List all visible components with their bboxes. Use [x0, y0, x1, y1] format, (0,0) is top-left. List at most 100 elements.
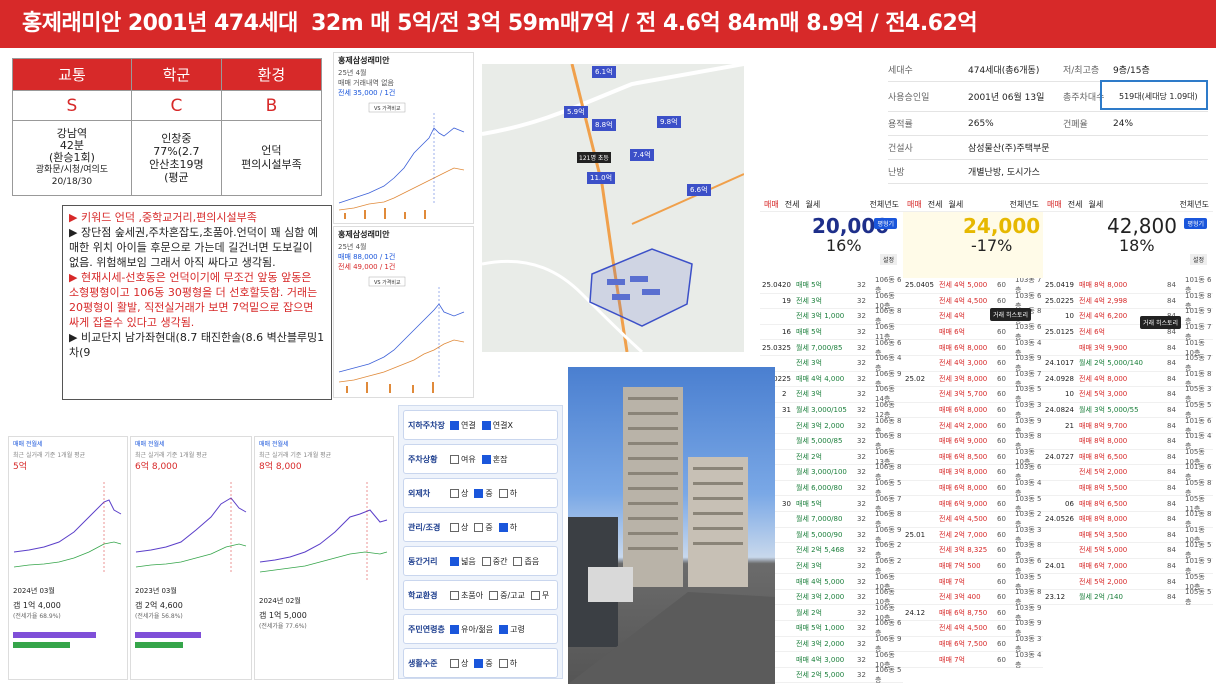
tx-day: 30: [782, 499, 791, 508]
year-filter[interactable]: 전체년도: [870, 199, 899, 210]
checkbox[interactable]: [450, 420, 459, 430]
tx-area: 32: [857, 281, 866, 290]
pyeong-button[interactable]: 평형기: [874, 218, 897, 229]
mini-big: 8억 8,000: [259, 462, 302, 472]
checkbox[interactable]: [481, 454, 491, 464]
tx-area: 84: [1167, 561, 1176, 570]
tx-area: 60: [997, 530, 1006, 539]
checkbox[interactable]: [499, 624, 509, 634]
settings-button[interactable]: 설정: [879, 254, 897, 265]
checkbox[interactable]: [474, 522, 484, 532]
info-key: 건설사: [888, 144, 913, 154]
map-price-marker[interactable]: 5.9억: [564, 106, 588, 118]
map-price-marker[interactable]: 6.1억: [592, 66, 616, 78]
checkbox[interactable]: [450, 488, 459, 498]
tx-price: 매매 7억: [939, 655, 965, 664]
pyeong-button[interactable]: 평형기: [1184, 218, 1207, 229]
tx-area: 32: [857, 296, 866, 305]
checkbox[interactable]: [450, 454, 459, 464]
tab-wolse[interactable]: 월세: [948, 199, 963, 210]
tx-area: 32: [857, 530, 866, 539]
mini-gap: 갭 2억 4,600: [135, 601, 183, 610]
history-tooltip: 거래 히스토리: [990, 308, 1032, 321]
tx-price: 전세 3억 400: [939, 593, 981, 602]
tab-wolse[interactable]: 월세: [1088, 199, 1103, 210]
checklist-row: 학교환경 초품아 중/고교 무: [403, 580, 558, 610]
year-filter[interactable]: 전체년도: [1180, 199, 1209, 210]
tx-area: 60: [997, 577, 1006, 586]
checkbox[interactable]: [450, 556, 459, 566]
checkbox[interactable]: [481, 420, 491, 430]
checkbox[interactable]: [498, 522, 508, 532]
map-price-marker[interactable]: 9.8억: [657, 116, 681, 128]
tx-price: 전세 2억: [796, 452, 822, 461]
info-key: 사용승인일: [888, 93, 930, 103]
tab-sale[interactable]: 매매: [1047, 199, 1062, 210]
tx-day: 16: [782, 328, 791, 337]
settings-button[interactable]: 설정: [1189, 254, 1207, 265]
tx-area: 84: [1167, 468, 1176, 477]
table-row[interactable]: 매매 7억 60 103동 4층: [903, 651, 1043, 669]
info-value: 9층/15층: [1113, 66, 1150, 76]
checkbox[interactable]: [450, 624, 459, 634]
checkbox-label: 무: [541, 590, 550, 600]
map-price-marker[interactable]: 6.6억: [687, 184, 711, 196]
mini-sub: 최근 실거래 기준 1개월 평균: [13, 452, 86, 459]
tx-percent: 16%: [826, 236, 862, 255]
map-price-marker[interactable]: 8.8억: [592, 119, 616, 131]
checkbox[interactable]: [474, 658, 484, 668]
tab-sale[interactable]: 매매: [907, 199, 922, 210]
checklist-label: 생활수준: [408, 658, 438, 668]
site-checklist: 지하주차장 연결 연결X 주차상황 여유 혼잡 외제차 상 중 하 관리/조경 상 중 하 동간거리 넓음 중간…: [398, 405, 563, 679]
checklist-row: 주차상황 여유 혼잡: [403, 444, 558, 474]
checkbox[interactable]: [530, 590, 540, 600]
map-price-marker[interactable]: 7.4억: [630, 149, 654, 161]
env-line: 편의시설부족: [241, 158, 302, 171]
tx-area: 32: [857, 328, 866, 337]
tx-area: 60: [997, 328, 1006, 337]
table-row[interactable]: 23.12 월세 2억 /140 84 105동 5층: [1043, 588, 1213, 606]
grade-traffic: S: [12, 90, 132, 121]
tx-month: 24.09: [1045, 374, 1066, 383]
school-marker[interactable]: 121명 초등: [577, 152, 611, 163]
checkbox[interactable]: [450, 658, 459, 668]
tx-month: 25.01: [1045, 328, 1066, 337]
tab-jeonse[interactable]: 전세: [785, 199, 800, 210]
checkbox[interactable]: [481, 556, 491, 566]
tx-area: 32: [857, 671, 866, 680]
tx-area: 60: [997, 546, 1006, 555]
tab-wolse[interactable]: 월세: [805, 199, 820, 210]
info-key: 세대수: [888, 66, 913, 76]
tx-area: 32: [857, 608, 866, 617]
checkbox[interactable]: [474, 488, 484, 498]
tab-sale[interactable]: 매매: [764, 199, 779, 210]
checkbox[interactable]: [450, 522, 459, 532]
checkbox[interactable]: [489, 590, 499, 600]
tx-day: 19: [1065, 281, 1074, 290]
building-photo: [568, 367, 775, 684]
table-row[interactable]: 전세 2억 5,000 32 106동 5층: [760, 666, 903, 684]
checkbox[interactable]: [498, 488, 508, 498]
tx-price: 매매 6억 8,000: [939, 406, 988, 415]
tab-jeonse[interactable]: 전세: [1068, 199, 1083, 210]
checkbox[interactable]: [513, 556, 523, 566]
tx-area: 32: [857, 452, 866, 461]
checkbox[interactable]: [498, 658, 508, 668]
checkbox[interactable]: [450, 590, 459, 600]
checkbox-label: 중: [485, 658, 493, 668]
bar-green: [13, 642, 70, 648]
year-filter[interactable]: 전체년도: [1010, 199, 1039, 210]
checkbox-label: 연결: [461, 420, 476, 430]
checkbox-label: 고령: [510, 624, 525, 634]
map-price-marker[interactable]: 11.0억: [587, 172, 616, 184]
tx-price: 전세 3억: [796, 296, 822, 305]
location-map[interactable]: 6.1억 5.9억 8.8억 9.8억 7.4억 11.0억 6.6억 121명…: [482, 64, 744, 352]
tx-price: 매매 8억 8,000: [1079, 437, 1128, 446]
tx-area: 84: [1167, 484, 1176, 493]
checkbox-label: 좁음: [524, 556, 540, 566]
info-key: 난방: [888, 168, 905, 178]
tx-area: 84: [1167, 281, 1176, 290]
tab-jeonse[interactable]: 전세: [928, 199, 943, 210]
tx-month: 25.01: [905, 530, 926, 539]
complex-info-table: 세대수 474세대(총6개동) 저/최고층 9층/15층 사용승인일 2001년 06월…: [888, 58, 1208, 188]
